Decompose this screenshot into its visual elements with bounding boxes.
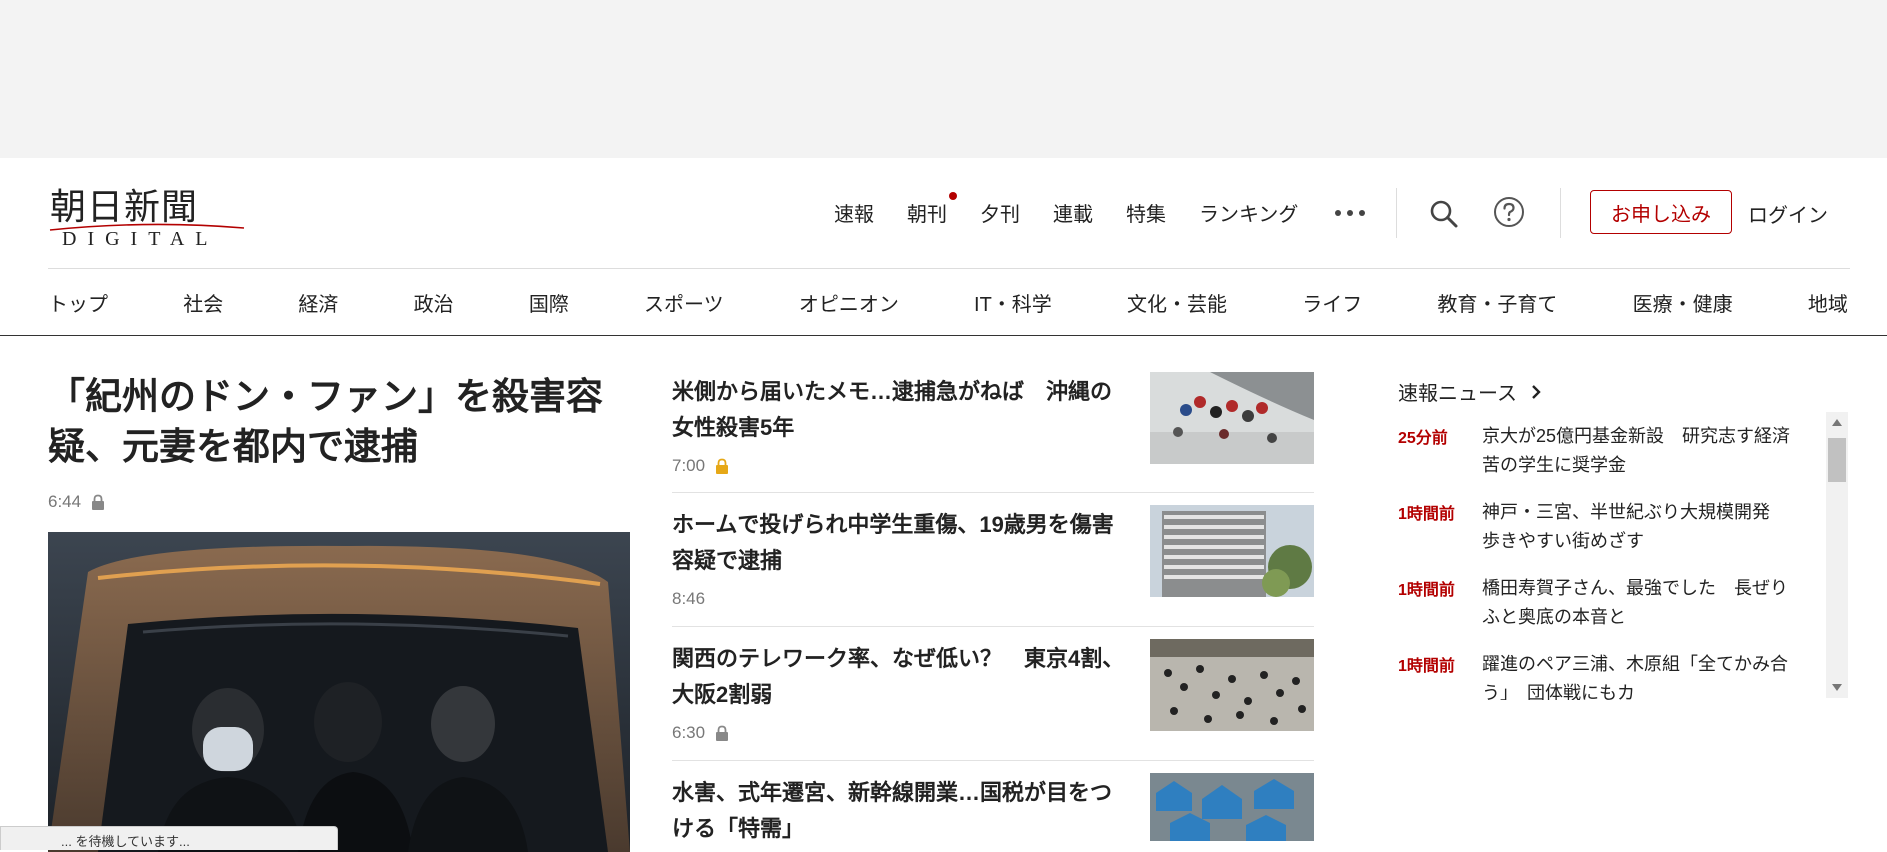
lead-meta: 6:44	[48, 492, 105, 512]
asahi-logo[interactable]: 朝日新聞 DIGITAL	[48, 178, 248, 250]
category-society[interactable]: 社会	[183, 288, 223, 317]
topnav-sokuho[interactable]: 速報	[834, 198, 874, 227]
article-time: 8:46	[672, 589, 706, 608]
breaking-headline[interactable]: 神戸・三宮、半世紀ぶり大規模開発 歩きやすい街めざす	[1482, 498, 1804, 556]
category-culture[interactable]: 文化・芸能	[1127, 288, 1227, 317]
article-thumbnail[interactable]	[1150, 773, 1314, 841]
lead-photo[interactable]	[48, 532, 630, 852]
breaking-item[interactable]: 1時間前 橋田寿賀子さん、最強でした 長ぜりふと奥底の本音と	[1398, 562, 1818, 634]
ad-space	[0, 0, 1887, 158]
article-thumbnail[interactable]	[1150, 505, 1314, 597]
article-headline[interactable]: 関西のテレワーク率、なぜ低い？ 東京4割、大阪2割弱	[672, 641, 1132, 713]
breaking-headline[interactable]: 躍進のペア三浦、木原組「全てかみ合う」 団体戦にもカ	[1482, 650, 1804, 700]
scroll-up-icon[interactable]	[1832, 419, 1842, 426]
subscribe-button[interactable]: お申し込み	[1590, 190, 1732, 234]
category-sports[interactable]: スポーツ	[644, 288, 724, 317]
article-thumbnail[interactable]	[1150, 372, 1314, 464]
article-headline[interactable]: ホームで投げられ中学生重傷、19歳男を傷害容疑で逮捕	[672, 507, 1132, 579]
category-region[interactable]: 地域	[1808, 288, 1848, 317]
divider	[0, 335, 1887, 336]
breaking-item[interactable]: 1時間前 躍進のペア三浦、木原組「全てかみ合う」 団体戦にもカ	[1398, 638, 1818, 700]
topnav-choukan[interactable]: 朝刊	[907, 192, 957, 227]
breaking-news-header[interactable]: 速報ニュース	[1398, 377, 1543, 406]
lock-icon	[92, 494, 105, 510]
breaking-news-title: 速報ニュース	[1398, 383, 1517, 405]
category-top[interactable]: トップ	[48, 288, 108, 317]
search-icon[interactable]	[1428, 198, 1460, 230]
topnav-rensai[interactable]: 連載	[1053, 198, 1093, 227]
divider	[1560, 188, 1561, 238]
lock-icon	[716, 725, 729, 741]
login-link[interactable]: ログイン	[1748, 199, 1828, 228]
breaking-age: 1時間前	[1398, 658, 1455, 675]
breaking-headline[interactable]: 京大が25億円基金新設 研究志す経済苦の学生に奨学金	[1482, 422, 1804, 480]
topnav-ranking[interactable]: ランキング	[1199, 198, 1298, 227]
article-meta: 6:30	[672, 723, 729, 743]
article-meta: 8:46	[672, 589, 705, 609]
divider	[672, 492, 1314, 493]
help-icon[interactable]	[1493, 196, 1525, 228]
article-meta: 7:00	[672, 456, 729, 476]
breaking-headline[interactable]: 橋田寿賀子さん、最強でした 長ぜりふと奥底の本音と	[1482, 574, 1804, 632]
divider	[48, 268, 1850, 269]
category-nav: トップ 社会 経済 政治 国際 スポーツ オピニオン IT・科学 文化・芸能 ラ…	[48, 288, 1848, 317]
category-opinion[interactable]: オピニオン	[799, 288, 899, 317]
article-time: 6:30	[672, 723, 706, 742]
status-toast: ... を待機しています...	[0, 826, 338, 850]
breaking-age: 1時間前	[1398, 582, 1455, 599]
divider	[1396, 188, 1397, 238]
category-life[interactable]: ライフ	[1302, 288, 1362, 317]
article-time: 7:00	[672, 456, 706, 475]
lead-time: 6:44	[48, 492, 82, 511]
article-headline[interactable]: 水害、式年遷宮、新幹線開業…国税が目をつける「特需」	[672, 775, 1132, 847]
premium-lock-icon	[716, 458, 729, 474]
category-it-science[interactable]: IT・科学	[974, 288, 1052, 317]
article-headline[interactable]: 米側から届いたメモ…逮捕急がねば 沖縄の女性殺害5年	[672, 374, 1132, 446]
scroll-thumb[interactable]	[1828, 438, 1846, 482]
category-economy[interactable]: 経済	[298, 288, 338, 317]
logo-en-text: DIGITAL	[62, 228, 219, 250]
more-icon[interactable]	[1335, 202, 1366, 224]
topnav-yukan[interactable]: 夕刊	[980, 198, 1020, 227]
breaking-item[interactable]: 1時間前 神戸・三宮、半世紀ぶり大規模開発 歩きやすい街めざす	[1398, 486, 1818, 558]
breaking-age: 1時間前	[1398, 506, 1455, 523]
chevron-right-icon	[1532, 384, 1541, 399]
breaking-news-list[interactable]: 25分前 京大が25億円基金新設 研究志す経済苦の学生に奨学金 1時間前 神戸・…	[1398, 410, 1848, 700]
category-health[interactable]: 医療・健康	[1633, 288, 1733, 317]
breaking-age: 25分前	[1398, 430, 1448, 447]
article-thumbnail[interactable]	[1150, 639, 1314, 731]
divider	[672, 760, 1314, 761]
category-politics[interactable]: 政治	[414, 288, 454, 317]
divider	[672, 626, 1314, 627]
category-international[interactable]: 国際	[529, 288, 569, 317]
lead-headline[interactable]: 「紀州のドン・ファン」を殺害容疑、元妻を都内で逮捕	[48, 372, 608, 472]
scroll-down-icon[interactable]	[1832, 684, 1842, 691]
top-nav: 速報 朝刊 夕刊 連載 特集 ランキング	[834, 192, 1366, 227]
category-education[interactable]: 教育・子育て	[1437, 288, 1557, 317]
breaking-scrollbar[interactable]	[1826, 412, 1848, 698]
topnav-tokushu[interactable]: 特集	[1126, 198, 1166, 227]
breaking-item[interactable]: 25分前 京大が25億円基金新設 研究志す経済苦の学生に奨学金	[1398, 410, 1818, 482]
